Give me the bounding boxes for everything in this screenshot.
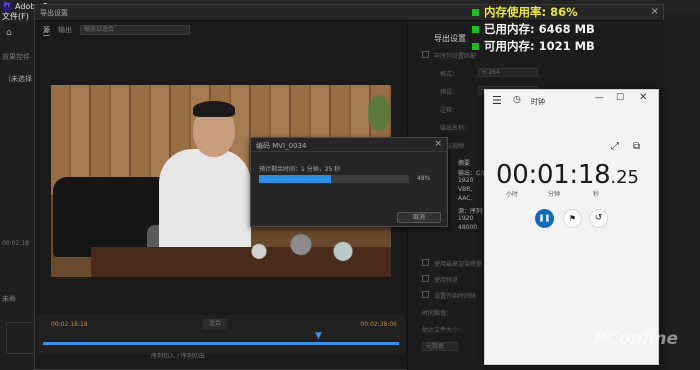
left-timecode: 00:02:18 — [2, 240, 29, 247]
reset-button[interactable]: ↺ — [589, 209, 608, 228]
scrub-track[interactable] — [43, 342, 399, 345]
minutes-label: 分钟 — [548, 191, 561, 198]
hamburger-menu-icon[interactable]: ☰ — [492, 94, 502, 107]
stopwatch-time-fraction: .25 — [610, 167, 640, 188]
summary-resolution: 1920 — [458, 177, 474, 184]
export-dialog-title: 导出设置 — [40, 9, 68, 17]
hours-label: 小时 — [506, 191, 519, 198]
memory-available-line: 可用内存: 1021 MB — [472, 38, 595, 55]
source-range-select[interactable]: 序列切入 / 序列切出 — [151, 351, 205, 360]
memory-usage: 内存使用率: 86% — [484, 5, 578, 19]
unselected-text: （未选择 — [4, 75, 32, 83]
stopwatch-time-main: 00:01:18 — [496, 160, 611, 190]
memory-available: 可用内存: 1021 MB — [484, 39, 595, 53]
clock-app-icon: ◷ — [513, 95, 521, 105]
summary-label: 摘要 — [458, 160, 471, 167]
summary-source-resolution: 1920 — [458, 215, 474, 222]
tab-output[interactable]: 输出 — [58, 25, 72, 35]
left-bottom-panel — [6, 322, 36, 354]
timecode-out[interactable]: 00:02:38:06 — [360, 321, 397, 328]
scrub-bar-area: 00:02:18:18 适合 00:02:38:06 ▼ — [37, 315, 405, 355]
encoding-dialog: 编码 MVI_0034 × 预计剩余时间：1 分钟，25 秒 48% 取消 — [250, 137, 448, 227]
compact-overlay-icon[interactable]: ⧉ — [633, 141, 640, 152]
start-timecode-label: 设置开始时间码 — [434, 293, 477, 300]
encoding-title: 编码 MVI_0034 — [256, 142, 307, 150]
clock-title: 时钟 — [531, 98, 545, 106]
plant — [367, 93, 391, 133]
max-quality-checkbox[interactable] — [422, 259, 429, 266]
maximize-icon[interactable]: ☐ — [616, 93, 624, 103]
encoding-progress-bar — [259, 175, 409, 183]
time-remaining: 预计剩余时间：1 分钟，25 秒 — [259, 166, 341, 173]
metadata-button[interactable]: 元数据 — [422, 342, 458, 351]
seconds-label: 秒 — [593, 191, 600, 198]
expand-icon[interactable]: ⤢ — [611, 141, 619, 152]
fit-select[interactable]: 适合 — [203, 319, 227, 329]
clock-window: ☰ ◷ 时钟 — ☐ ✕ ⤢ ⧉ 00:01:18.25 小时 分钟 秒 ❚❚ … — [484, 89, 659, 365]
time-interpolation-label: 时间插值： — [422, 310, 453, 317]
close-icon[interactable]: × — [651, 6, 659, 17]
encoding-percent: 48% — [417, 175, 431, 182]
output-name-label: 输出名称： — [440, 125, 471, 132]
encoding-progress-fill — [259, 175, 331, 183]
premiere-logo-icon: Pr — [2, 1, 12, 11]
memory-usage-line: 内存使用率: 86% — [472, 4, 595, 21]
use-preview-label: 使用预览 — [434, 277, 459, 284]
memory-indicator-icon — [472, 9, 479, 16]
pause-button[interactable]: ❚❚ — [535, 209, 554, 228]
teaware — [231, 231, 371, 265]
summary-source-audio: 48000 — [458, 224, 478, 231]
stopwatch-time: 00:01:18.25 — [496, 160, 639, 190]
memory-used-line: 已用内存: 6468 MB — [472, 21, 595, 38]
preset-label: 预设： — [440, 89, 459, 96]
format-select[interactable]: H.264 — [478, 68, 538, 77]
match-sequence-label: 与序列设置匹配 — [434, 53, 477, 60]
memory-indicator-icon — [472, 26, 479, 33]
memory-indicator-icon — [472, 43, 479, 50]
memory-used: 已用内存: 6468 MB — [484, 22, 595, 36]
format-label: 格式： — [440, 71, 459, 78]
person-hair — [193, 101, 235, 117]
tab-source[interactable]: 源 — [43, 25, 50, 36]
source-scaling-select[interactable]: 缩放以适合 — [80, 25, 190, 35]
comment-label: 注释： — [440, 107, 459, 114]
cancel-button[interactable]: 取消 — [397, 212, 441, 223]
export-source-tabs: 源 输出 缩放以适合 — [43, 23, 190, 37]
max-quality-label: 使用最高渲染质量 — [434, 261, 483, 268]
lap-flag-button[interactable]: ⚑ — [563, 209, 582, 228]
close-icon[interactable]: ✕ — [639, 92, 647, 103]
match-sequence-checkbox[interactable] — [422, 51, 429, 58]
clock-titlebar: ☰ ◷ 时钟 — ☐ ✕ — [485, 90, 658, 112]
export-settings-heading: 导出设置 — [434, 34, 466, 43]
home-icon[interactable]: ⌂ — [6, 28, 16, 38]
pconline-watermark: PConline — [594, 329, 679, 349]
summary-source: 源：序列 — [458, 208, 483, 215]
close-icon[interactable]: × — [434, 139, 442, 149]
summary-vbr: VBR, — [458, 186, 473, 193]
use-preview-checkbox[interactable] — [422, 275, 429, 282]
memory-monitor-overlay: 内存使用率: 86% 已用内存: 6468 MB 可用内存: 1021 MB — [472, 4, 595, 55]
summary-audio-codec: AAC, — [458, 195, 473, 202]
timecode-in[interactable]: 00:02:18:18 — [51, 321, 88, 328]
minimize-icon[interactable]: — — [595, 93, 604, 103]
pconline-watermark-sub: 太平洋电脑网 — [600, 352, 649, 359]
playhead-icon[interactable]: ▼ — [315, 331, 323, 341]
start-timecode-checkbox[interactable] — [422, 291, 429, 298]
effects-controls-tab[interactable]: 效果控件 — [2, 52, 30, 62]
left-bottom-tab[interactable]: 未命 — [2, 294, 16, 304]
encoding-titlebar: 编码 MVI_0034 × — [251, 138, 447, 152]
estimated-file-size-label: 估计文件大小： — [422, 327, 465, 334]
